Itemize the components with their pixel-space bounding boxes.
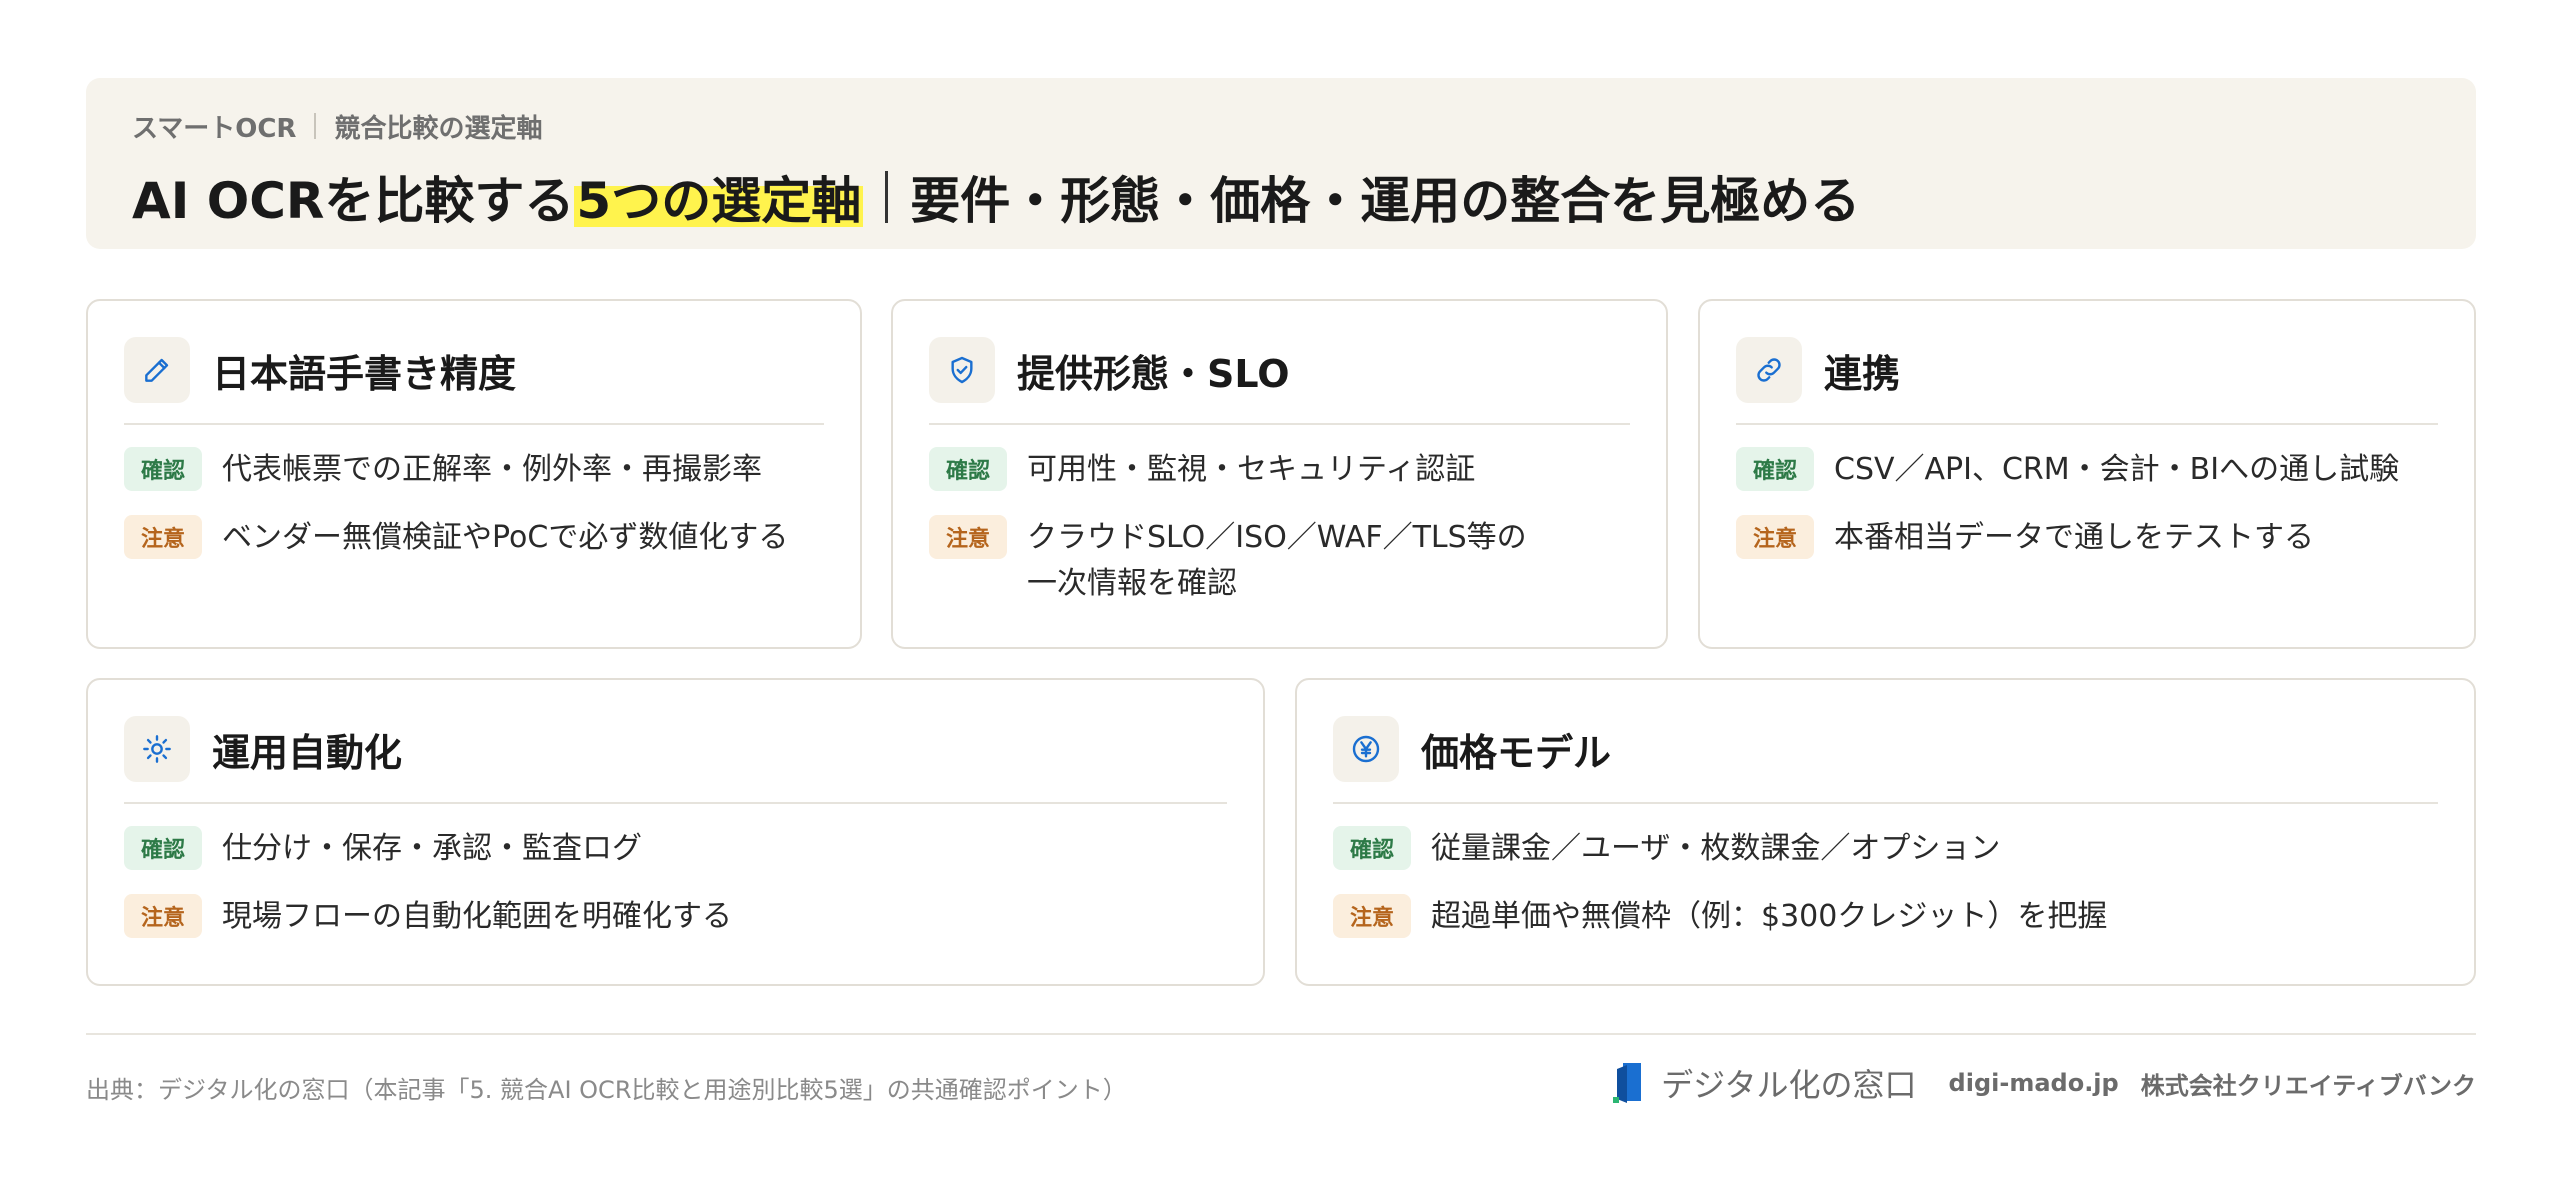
check-badge: 確認 bbox=[124, 447, 202, 491]
title-separator bbox=[885, 171, 889, 223]
card-header: 連携 bbox=[1736, 335, 2438, 425]
header-panel: スマートOCR 競合比較の選定軸 AI OCRを比較する 5つの選定軸 要件・形… bbox=[86, 78, 2476, 249]
title-highlight: 5つの選定軸 bbox=[574, 161, 864, 233]
caution-text: 現場フローの自動化範囲を明確化する bbox=[222, 899, 732, 934]
check-row: 確認 可用性・監視・セキュリティ認証 bbox=[929, 447, 1630, 493]
caution-row: 注意 超過単価や無償枠（例：$300クレジット）を把握 bbox=[1333, 894, 2438, 940]
caution-badge: 注意 bbox=[124, 515, 202, 559]
check-text: 従量課金／ユーザ・枚数課金／オプション bbox=[1431, 831, 2001, 866]
check-badge: 確認 bbox=[124, 826, 202, 870]
card-operation-automation: 運用自動化 確認 仕分け・保存・承認・監査ログ 注意 現場フローの自動化範囲を明… bbox=[86, 678, 1265, 986]
check-text: 仕分け・保存・承認・監査ログ bbox=[222, 831, 642, 866]
check-badge: 確認 bbox=[1333, 826, 1411, 870]
check-row: 確認 従量課金／ユーザ・枚数課金／オプション bbox=[1333, 826, 2438, 872]
breadcrumb-separator bbox=[314, 113, 317, 139]
caution-badge: 注意 bbox=[1736, 515, 1814, 559]
caution-badge: 注意 bbox=[929, 515, 1007, 559]
footer-brand: デジタル化の窓口 digi-mado.jp 株式会社クリエイティブバンク bbox=[1613, 1060, 2476, 1106]
check-row: 確認 代表帳票での正解率・例外率・再撮影率 bbox=[124, 447, 824, 493]
check-text: 代表帳票での正解率・例外率・再撮影率 bbox=[222, 452, 762, 487]
card-header: 運用自動化 bbox=[124, 714, 1227, 804]
caution-row: 注意 現場フローの自動化範囲を明確化する bbox=[124, 894, 1227, 940]
check-row: 確認 仕分け・保存・承認・監査ログ bbox=[124, 826, 1227, 872]
card-handwriting-accuracy: 日本語手書き精度 確認 代表帳票での正解率・例外率・再撮影率 注意 ベンダー無償… bbox=[86, 299, 862, 649]
card-header: 日本語手書き精度 bbox=[124, 335, 824, 425]
card-integration: 連携 確認 CSV／API、CRM・会計・BIへの通し試験 注意 本番相当データ… bbox=[1698, 299, 2476, 649]
breadcrumb-section: 競合比較の選定軸 bbox=[334, 113, 543, 144]
footer-domain: digi-mado.jp bbox=[1948, 1069, 2119, 1097]
page-title: AI OCRを比較する 5つの選定軸 要件・形態・価格・運用の整合を見極める bbox=[132, 161, 2430, 233]
check-badge: 確認 bbox=[929, 447, 1007, 491]
title-prefix: AI OCRを比較する bbox=[132, 172, 575, 230]
card-title: 連携 bbox=[1824, 351, 1901, 396]
link-icon bbox=[1736, 337, 1802, 403]
caution-row: 注意 ベンダー無償検証やPoCで必ず数値化する bbox=[124, 515, 824, 561]
logo-icon bbox=[1613, 1063, 1642, 1103]
caution-row: 注意 クラウドSLO／ISO／WAF／TLS等の 一次情報を確認 bbox=[929, 515, 1630, 607]
pencil-icon bbox=[124, 337, 190, 403]
caution-text: 本番相当データで通しをテストする bbox=[1834, 520, 2314, 555]
caution-row: 注意 本番相当データで通しをテストする bbox=[1736, 515, 2438, 561]
card-title: 運用自動化 bbox=[212, 730, 403, 775]
caution-text: クラウドSLO／ISO／WAF／TLS等の 一次情報を確認 bbox=[1027, 520, 1527, 601]
card-title: 提供形態・SLO bbox=[1017, 351, 1290, 396]
sun-gear-icon bbox=[124, 716, 190, 782]
caution-text: ベンダー無償検証やPoCで必ず数値化する bbox=[222, 520, 789, 555]
shield-check-icon bbox=[929, 337, 995, 403]
caution-badge: 注意 bbox=[124, 894, 202, 938]
logo-text: デジタル化の窓口 bbox=[1661, 1066, 1917, 1104]
card-pricing-model: 価格モデル 確認 従量課金／ユーザ・枚数課金／オプション 注意 超過単価や無償枠… bbox=[1295, 678, 2476, 986]
yen-icon bbox=[1333, 716, 1399, 782]
check-badge: 確認 bbox=[1736, 447, 1814, 491]
check-row: 確認 CSV／API、CRM・会計・BIへの通し試験 bbox=[1736, 447, 2438, 493]
card-title: 価格モデル bbox=[1421, 730, 1612, 775]
breadcrumb-brand: スマートOCR bbox=[132, 113, 297, 144]
title-suffix: 要件・形態・価格・運用の整合を見極める bbox=[910, 172, 1861, 230]
check-text: 可用性・監視・セキュリティ認証 bbox=[1027, 452, 1476, 487]
caution-text: 超過単価や無償枠（例：$300クレジット）を把握 bbox=[1431, 899, 2108, 934]
card-header: 提供形態・SLO bbox=[929, 335, 1630, 425]
card-title: 日本語手書き精度 bbox=[212, 351, 517, 396]
footer-divider bbox=[86, 1033, 2476, 1035]
footer-company: 株式会社クリエイティブバンク bbox=[2140, 1071, 2476, 1100]
footer-source: 出典：デジタル化の窓口（本記事「5. 競合AI OCR比較と用途別比較5選」の共… bbox=[86, 1076, 1127, 1104]
card-delivery-slo: 提供形態・SLO 確認 可用性・監視・セキュリティ認証 注意 クラウドSLO／I… bbox=[891, 299, 1668, 649]
caution-badge: 注意 bbox=[1333, 894, 1411, 938]
check-text: CSV／API、CRM・会計・BIへの通し試験 bbox=[1834, 452, 2400, 487]
breadcrumb: スマートOCR 競合比較の選定軸 bbox=[132, 106, 2430, 146]
card-header: 価格モデル bbox=[1333, 714, 2438, 804]
